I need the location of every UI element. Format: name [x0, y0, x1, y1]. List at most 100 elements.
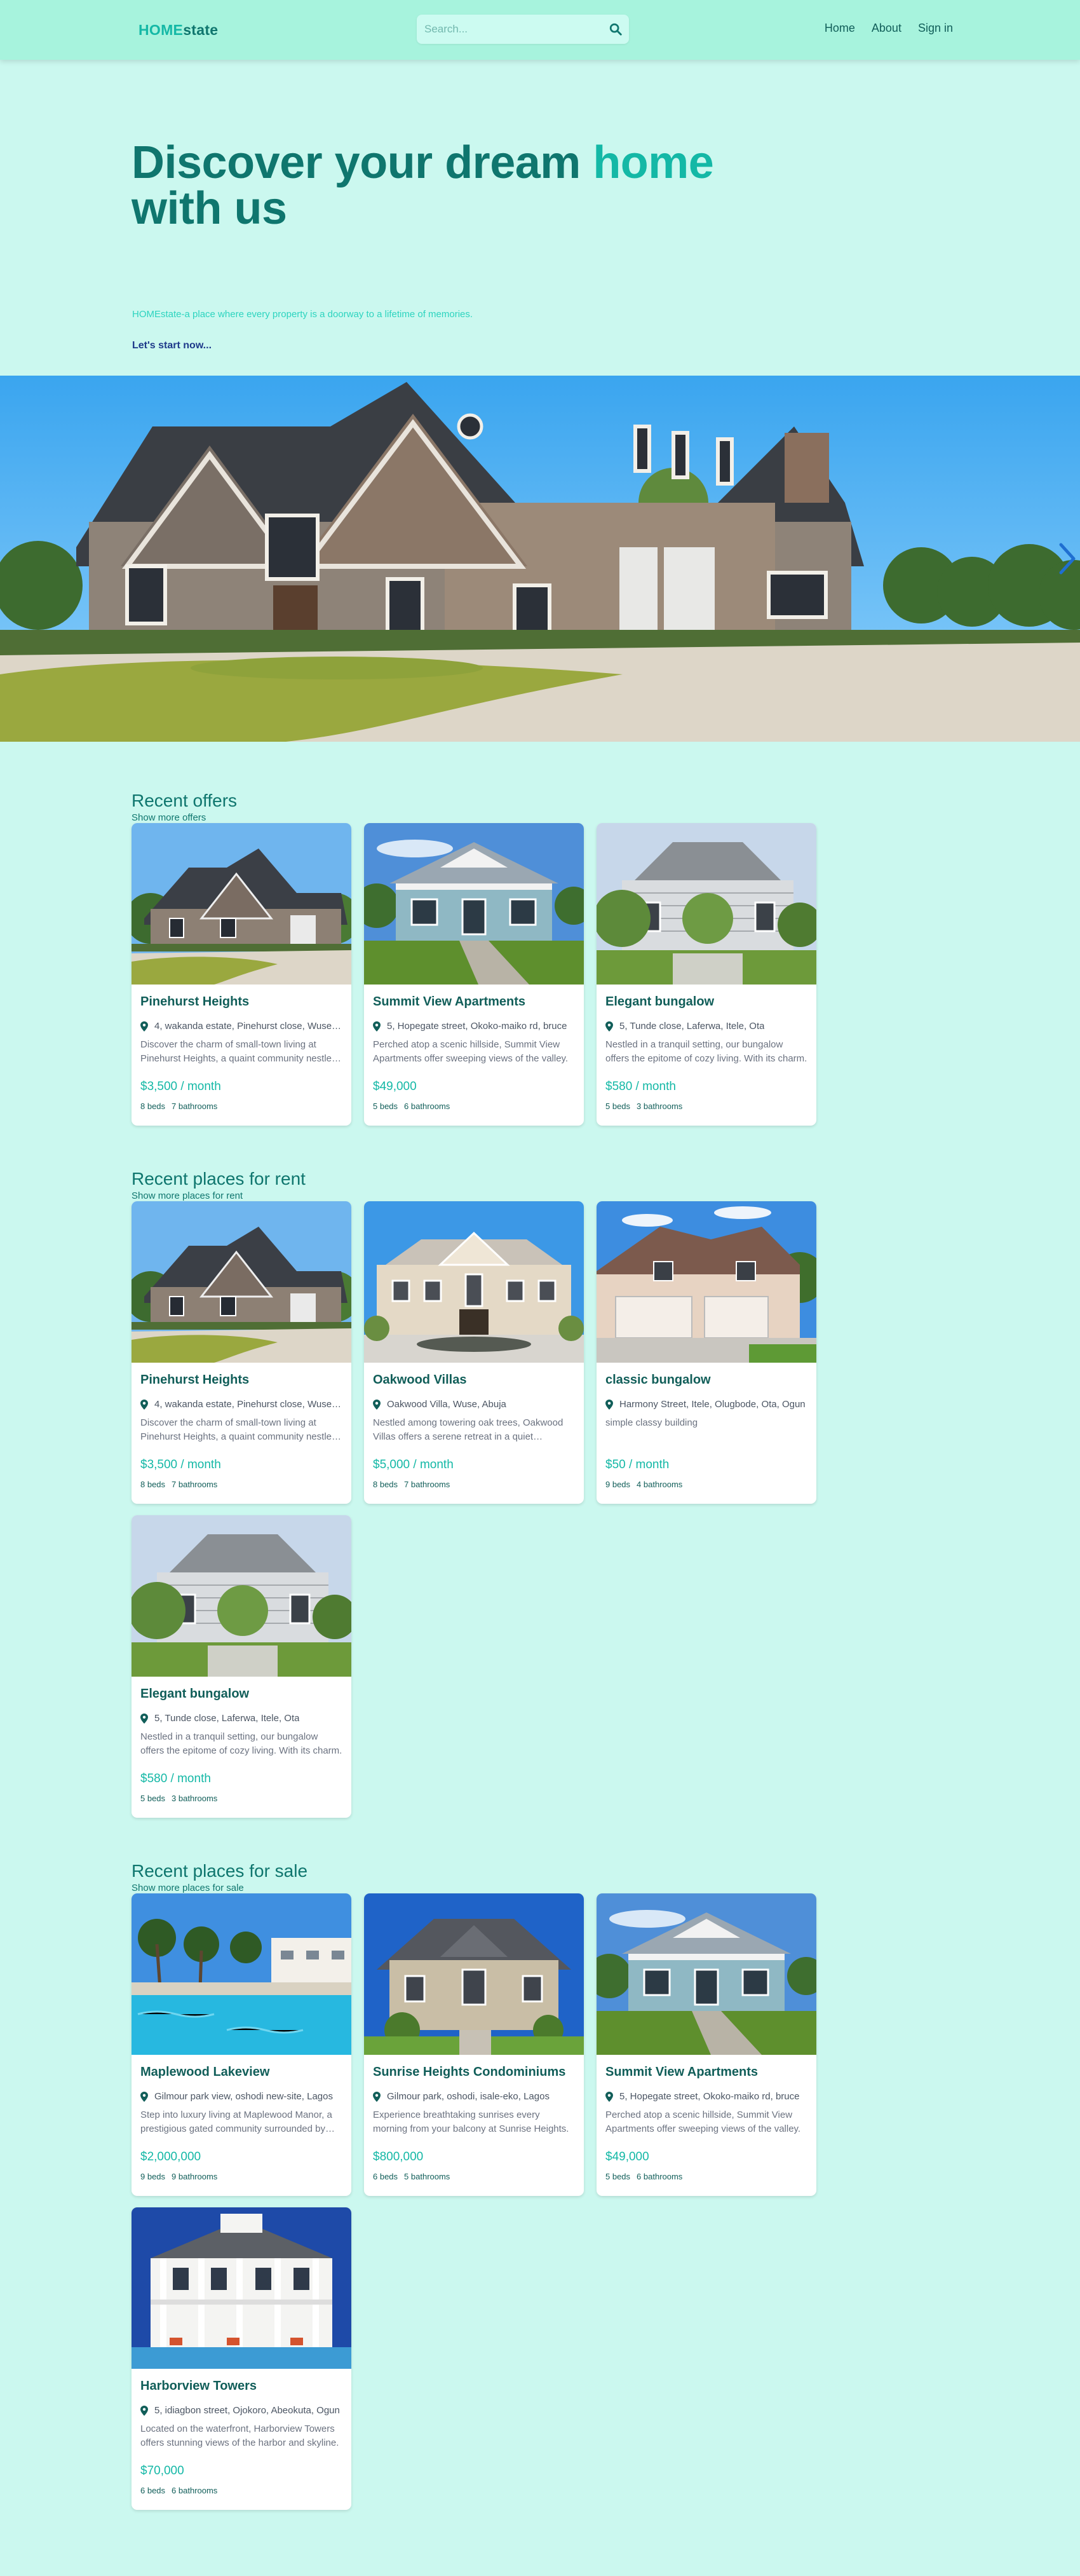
card-body: Pinehurst Heights 4, wakanda estate, Pin… — [132, 985, 351, 1111]
card-title: Pinehurst Heights — [140, 995, 250, 1009]
location-pin-icon — [373, 1021, 381, 1032]
nav-link-sign-in[interactable]: Sign in — [918, 22, 953, 35]
card-baths: 5 bathrooms — [404, 2172, 450, 2181]
card-address-text: 5, idiagbon street, Ojokoro, Abeokuta, O… — [154, 2405, 340, 2416]
card-title: Harborview Towers — [140, 2379, 257, 2393]
blue-cottage-photo — [364, 823, 584, 985]
card-title: Oakwood Villas — [373, 1373, 467, 1387]
property-card[interactable]: Harborview Towers 5, idiagbon street, Oj… — [132, 2207, 351, 2510]
hero-title-highlight: home — [593, 137, 714, 188]
card-price: $800,000 — [373, 2150, 424, 2164]
card-description: Nestled in a tranquil setting, our bunga… — [140, 1731, 342, 1756]
location-pin-icon — [605, 2091, 613, 2102]
property-card[interactable]: Elegant bungalow 5, Tunde close, Laferwa… — [597, 823, 816, 1126]
show-more-link[interactable]: Show more places for rent — [132, 1190, 1080, 1201]
card-beds: 5 beds — [605, 1101, 631, 1111]
banner-house-photo — [0, 376, 1080, 742]
card-address-text: 5, Hopegate street, Okoko-maiko rd, bruc… — [387, 1021, 567, 1032]
chevron-right-icon[interactable] — [1057, 540, 1080, 578]
property-card[interactable]: Oakwood Villas Oakwood Villa, Wuse, Abuj… — [364, 1201, 584, 1504]
white-house-photo — [132, 1515, 351, 1677]
card-address: 5, Hopegate street, Okoko-maiko rd, bruc… — [605, 2091, 807, 2102]
card-address: Harmony Street, Itele, Olugbode, Ota, Og… — [605, 1399, 807, 1410]
card-grid: Pinehurst Heights 4, wakanda estate, Pin… — [132, 1201, 1080, 1818]
white-house-photo — [597, 823, 816, 985]
location-pin-icon — [140, 1399, 148, 1410]
card-address-text: Gilmour park, oshodi, isale-eko, Lagos — [387, 2091, 550, 2102]
card-specs: 6 beds 6 bathrooms — [140, 2486, 342, 2495]
logo[interactable]: HOMEstate — [138, 22, 218, 39]
hero-title-part2: with us — [132, 183, 287, 234]
location-pin-icon — [140, 2091, 148, 2102]
location-pin-icon — [140, 2405, 148, 2416]
search-icon[interactable] — [609, 22, 623, 36]
brick-bungalow-photo — [597, 1201, 816, 1363]
section-recent-rent: Recent places for rent Show more places … — [0, 1169, 1080, 1818]
search-bar — [417, 15, 629, 44]
colonial-house-photo — [132, 2207, 351, 2369]
card-description: Perched atop a scenic hillside, Summit V… — [605, 2109, 801, 2134]
section-title: Recent places for sale — [132, 1861, 308, 1881]
grey-house-photo — [364, 1893, 584, 2055]
hero-title-part1: Discover your dream — [132, 137, 593, 188]
property-card[interactable]: classic bungalow Harmony Street, Itele, … — [597, 1201, 816, 1504]
card-grid: Pinehurst Heights 4, wakanda estate, Pin… — [132, 823, 1080, 1126]
property-card[interactable]: Pinehurst Heights 4, wakanda estate, Pin… — [132, 823, 351, 1126]
card-title: classic bungalow — [605, 1373, 711, 1387]
card-title: Summit View Apartments — [605, 2065, 759, 2079]
card-body: Elegant bungalow 5, Tunde close, Laferwa… — [132, 1677, 351, 1803]
card-description: Experience breathtaking sunrises every m… — [373, 2109, 569, 2134]
hero-cta-link[interactable]: Let's start now... — [132, 340, 212, 351]
card-address-text: 5, Tunde close, Laferwa, Itele, Ota — [619, 1021, 765, 1032]
nav-link-home[interactable]: Home — [825, 22, 855, 35]
card-body: Summit View Apartments 5, Hopegate stree… — [364, 985, 584, 1111]
card-address-text: 5, Hopegate street, Okoko-maiko rd, bruc… — [619, 2091, 800, 2102]
property-card[interactable]: Summit View Apartments 5, Hopegate stree… — [364, 823, 584, 1126]
stone-house-photo — [132, 1201, 351, 1363]
card-beds: 5 beds — [373, 1101, 398, 1111]
card-address: Oakwood Villa, Wuse, Abuja — [373, 1399, 575, 1410]
property-card[interactable]: Pinehurst Heights 4, wakanda estate, Pin… — [132, 1201, 351, 1504]
show-more-link[interactable]: Show more places for sale — [132, 1883, 1080, 1893]
card-description: Discover the charm of small-town living … — [140, 1039, 337, 1064]
section-title: Recent places for rent — [132, 1169, 306, 1189]
card-title: Pinehurst Heights — [140, 1373, 250, 1387]
property-card[interactable]: Summit View Apartments 5, Hopegate stree… — [597, 1893, 816, 2196]
card-title: Maplewood Lakeview — [140, 2065, 270, 2079]
card-beds: 6 beds — [373, 2172, 398, 2181]
card-body: Elegant bungalow 5, Tunde close, Laferwa… — [597, 985, 816, 1111]
card-beds: 9 beds — [605, 1480, 631, 1489]
card-beds: 8 beds — [373, 1480, 398, 1489]
card-baths: 7 bathrooms — [172, 1101, 218, 1111]
hero-banner — [0, 376, 1080, 742]
card-specs: 9 beds 9 bathrooms — [140, 2172, 342, 2181]
card-beds: 6 beds — [140, 2486, 166, 2495]
property-card[interactable]: Sunrise Heights Condominiums Gilmour par… — [364, 1893, 584, 2196]
card-baths: 6 bathrooms — [404, 1101, 450, 1111]
card-beds: 5 beds — [605, 2172, 631, 2181]
card-body: Sunrise Heights Condominiums Gilmour par… — [364, 2055, 584, 2181]
card-title: Sunrise Heights Condominiums — [373, 2065, 566, 2079]
card-specs: 5 beds 3 bathrooms — [605, 1101, 807, 1111]
card-baths: 9 bathrooms — [172, 2172, 218, 2181]
card-specs: 8 beds 7 bathrooms — [140, 1101, 342, 1111]
search-input[interactable] — [417, 15, 601, 44]
property-card[interactable]: Elegant bungalow 5, Tunde close, Laferwa… — [132, 1515, 351, 1818]
card-body: Summit View Apartments 5, Hopegate stree… — [597, 2055, 816, 2181]
nav-link-about[interactable]: About — [872, 22, 901, 35]
card-body: classic bungalow Harmony Street, Itele, … — [597, 1363, 816, 1489]
card-description: Perched atop a scenic hillside, Summit V… — [373, 1039, 569, 1064]
logo-part-state: state — [183, 22, 219, 38]
pool-resort-photo — [132, 1893, 351, 2055]
property-card[interactable]: Maplewood Lakeview Gilmour park view, os… — [132, 1893, 351, 2196]
stone-house-photo — [132, 823, 351, 985]
card-price: $49,000 — [373, 1080, 417, 1093]
card-price: $580 / month — [140, 1772, 211, 1785]
location-pin-icon — [140, 1021, 148, 1032]
card-address-text: 4, wakanda estate, Pinehurst close, Wuse… — [154, 1021, 342, 1032]
card-price: $70,000 — [140, 2464, 184, 2477]
card-address: 5, Tunde close, Laferwa, Itele, Ota — [605, 1021, 807, 1032]
location-pin-icon — [605, 1021, 613, 1032]
card-price: $580 / month — [605, 1080, 676, 1093]
show-more-link[interactable]: Show more offers — [132, 812, 1080, 823]
